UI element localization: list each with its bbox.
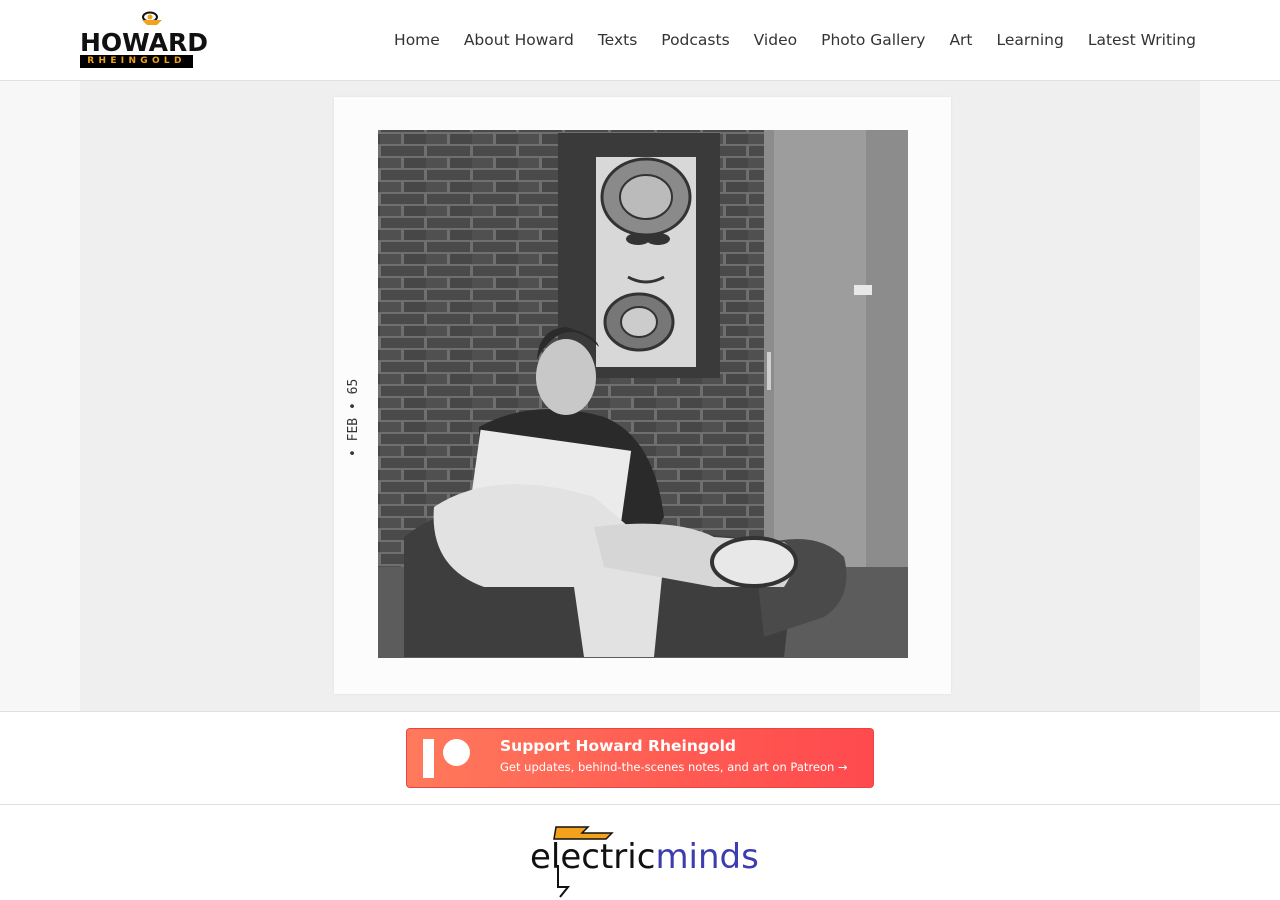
patreon-section: Support Howard Rheingold Get updates, be… bbox=[0, 712, 1280, 805]
nav-video[interactable]: Video bbox=[754, 28, 797, 52]
patreon-logo-icon bbox=[423, 739, 434, 778]
electric-minds-wordmark: electricminds bbox=[530, 837, 759, 877]
patreon-support-button[interactable]: Support Howard Rheingold Get updates, be… bbox=[406, 728, 874, 788]
nav-art[interactable]: Art bbox=[949, 28, 972, 52]
featured-photo: • FEB • 65 bbox=[334, 97, 951, 694]
wordmark-minds: minds bbox=[655, 837, 759, 877]
nav-about-howard[interactable]: About Howard bbox=[464, 28, 574, 52]
nav-podcasts[interactable]: Podcasts bbox=[661, 28, 729, 52]
nav-photo-gallery[interactable]: Photo Gallery bbox=[821, 28, 925, 52]
site-logo[interactable]: HOWARD RHEINGOLD bbox=[80, 11, 208, 69]
photo-date-stamp: • FEB • 65 bbox=[346, 379, 361, 457]
nav-texts[interactable]: Texts bbox=[598, 28, 637, 52]
patreon-logo-circle-icon bbox=[443, 739, 470, 766]
patreon-title: Support Howard Rheingold bbox=[500, 737, 737, 755]
electric-minds-logo[interactable]: electricminds bbox=[530, 825, 759, 900]
nav-learning[interactable]: Learning bbox=[997, 28, 1064, 52]
nav-latest-writing[interactable]: Latest Writing bbox=[1088, 28, 1196, 52]
photo-image: • FEB • 65 bbox=[346, 130, 908, 658]
main-navigation: Home About Howard Texts Podcasts Video P… bbox=[370, 28, 1196, 52]
logo-word: HOWARD bbox=[80, 28, 208, 57]
site-header: HOWARD RHEINGOLD Home About Howard Texts… bbox=[0, 0, 1280, 81]
patreon-subtitle: Get updates, behind-the-scenes notes, an… bbox=[500, 760, 848, 774]
nav-home[interactable]: Home bbox=[394, 28, 440, 52]
logo-subtitle: RHEINGOLD bbox=[80, 55, 193, 68]
wordmark-electric: electric bbox=[530, 837, 656, 877]
